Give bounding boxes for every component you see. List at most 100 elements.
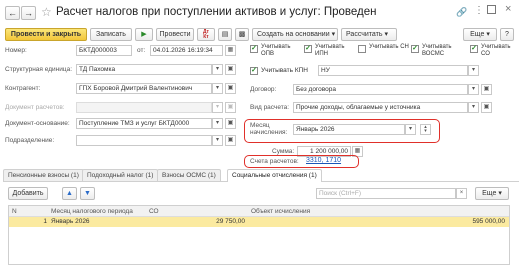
- page-title: Расчет налогов при поступлении активов и…: [56, 6, 377, 18]
- help-button[interactable]: ?: [500, 28, 514, 41]
- post-text-button[interactable]: Провести: [156, 28, 194, 41]
- add-button[interactable]: Добавить: [8, 187, 48, 200]
- open-icon[interactable]: ▣: [481, 102, 492, 113]
- data-table: N Месяц налогового периода СО Объект исч…: [8, 205, 510, 265]
- table-header: N Месяц налогового периода СО Объект исч…: [9, 206, 509, 217]
- more-label: Еще: [470, 31, 485, 38]
- more-button[interactable]: Еще ▾: [463, 28, 497, 41]
- tab-osms[interactable]: Взносы ОСМС (1): [157, 169, 221, 181]
- move-up-button[interactable]: ▲: [62, 187, 77, 200]
- dropdown-icon[interactable]: ▾: [212, 135, 223, 146]
- chevron-down-icon: ▾: [384, 31, 388, 38]
- contract-field[interactable]: Без договора: [293, 84, 468, 95]
- open-icon[interactable]: ▣: [225, 64, 236, 75]
- report-icon[interactable]: ▤: [218, 28, 232, 41]
- open-icon: ▣: [225, 102, 236, 113]
- link-icon[interactable]: 🔗: [456, 7, 467, 18]
- sum-label: Сумма:: [272, 148, 295, 155]
- cell-n: 1: [43, 218, 47, 225]
- number-label: Номер:: [5, 47, 27, 54]
- dropdown-icon[interactable]: ▾: [405, 124, 416, 135]
- menu-dots-icon[interactable]: ⋮: [474, 5, 484, 16]
- cell-object: 595 000,00: [472, 218, 505, 225]
- print-icon[interactable]: ▩: [235, 28, 249, 41]
- dropdown-icon[interactable]: ▾: [468, 84, 479, 95]
- cell-month: Январь 2026: [51, 218, 90, 225]
- cell-so: 29 750,00: [216, 218, 245, 225]
- calc-doc-label: Документ расчетов:: [5, 104, 65, 111]
- open-icon[interactable]: ▣: [225, 118, 236, 129]
- basis-doc-field[interactable]: Поступление ТМЗ и услуг БКТД0000: [76, 118, 212, 129]
- col-header-object: Объект исчисления: [251, 208, 311, 215]
- contract-label: Договор:: [250, 86, 277, 93]
- favorite-star-icon[interactable]: ☆: [41, 5, 52, 19]
- kpn-field[interactable]: НУ: [318, 65, 468, 76]
- create-based-label: Создать на основании: [257, 31, 330, 38]
- struct-unit-field[interactable]: ТД Пахомка: [76, 64, 212, 75]
- accounts-label: Счета расчетов:: [250, 158, 299, 165]
- move-down-button[interactable]: ▼: [80, 187, 95, 200]
- check-sn[interactable]: [358, 45, 366, 53]
- month-field[interactable]: Январь 2026: [293, 124, 405, 135]
- dropdown-icon[interactable]: ▾: [212, 118, 223, 129]
- check-so-label: Учитывать СО: [481, 44, 511, 57]
- division-field[interactable]: [76, 135, 212, 146]
- forward-button[interactable]: →: [21, 6, 36, 20]
- col-header-month: Месяц налогового периода: [51, 208, 133, 215]
- calculate-button[interactable]: Рассчитать ▾: [341, 28, 397, 41]
- check-kpn[interactable]: ✓: [250, 67, 258, 75]
- back-button[interactable]: ←: [5, 6, 20, 20]
- chevron-down-icon: ▾: [498, 190, 502, 197]
- dropdown-icon: ▾: [212, 102, 223, 113]
- check-opv[interactable]: ✓: [250, 45, 258, 53]
- spinner-icon[interactable]: ▴ ▾: [420, 124, 431, 135]
- dropdown-icon[interactable]: ▾: [468, 102, 479, 113]
- chevron-down-icon: ▾: [331, 31, 336, 38]
- kpn-label: Учитывать КПН: [261, 67, 308, 74]
- post-and-close-button[interactable]: Провести и закрыть: [5, 28, 87, 41]
- open-icon[interactable]: ▣: [481, 84, 492, 95]
- open-icon[interactable]: ▣: [225, 135, 236, 146]
- title-bar: ← → ☆ Расчет налогов при поступлении акт…: [0, 0, 522, 27]
- dt-kt-button[interactable]: Дт Кт: [197, 28, 215, 41]
- income-type-label: Вид расчета:: [250, 104, 290, 111]
- counterparty-field[interactable]: ГПХ Боровой Дмитрий Валентинович: [76, 83, 212, 94]
- dropdown-icon[interactable]: ▾: [212, 83, 223, 94]
- create-based-on-button[interactable]: Создать на основании ▾: [252, 28, 338, 41]
- income-type-field[interactable]: Прочие доходы, облагаемые у источника: [293, 102, 468, 113]
- tab-income-tax[interactable]: Подоходный налог (1): [82, 169, 159, 181]
- dropdown-icon[interactable]: ▾: [212, 64, 223, 75]
- date-label: от:: [137, 47, 146, 54]
- maximize-icon[interactable]: [487, 5, 496, 14]
- col-header-n: N: [12, 208, 17, 215]
- date-field[interactable]: 04.01.2026 16:19:34: [150, 45, 223, 56]
- calc-doc-field: [76, 102, 212, 113]
- counterparty-label: Контрагент:: [5, 85, 41, 92]
- table-more-label: Еще: [482, 190, 497, 197]
- table-row[interactable]: 1 Январь 2026 29 750,00 595 000,00: [9, 217, 509, 227]
- search-clear-icon[interactable]: ×: [456, 188, 467, 199]
- tab-pension[interactable]: Пенсионные взносы (1): [3, 169, 84, 181]
- search-input[interactable]: Поиск (Ctrl+F): [316, 188, 456, 199]
- chevron-down-icon: ▾: [486, 31, 490, 38]
- open-icon[interactable]: ▣: [225, 83, 236, 94]
- check-vosms-label: Учитывать ВОСМС: [422, 44, 452, 57]
- basis-doc-label: Документ-основание:: [5, 120, 70, 127]
- division-label: Подразделение:: [5, 137, 55, 144]
- check-vosms[interactable]: ✓: [411, 45, 419, 53]
- tab-social[interactable]: Социальные отчисления (1): [227, 169, 322, 182]
- save-button[interactable]: Записать: [90, 28, 132, 41]
- check-so[interactable]: ✓: [470, 45, 478, 53]
- close-icon[interactable]: ×: [505, 3, 511, 15]
- post-button[interactable]: ▶: [135, 28, 153, 41]
- check-ipn[interactable]: ✓: [304, 45, 312, 53]
- dropdown-icon[interactable]: ▾: [468, 65, 479, 76]
- table-more-button[interactable]: Еще ▾: [475, 187, 509, 200]
- number-field[interactable]: БКТД000003: [76, 45, 132, 56]
- accounts-link[interactable]: 3310, 1710: [306, 157, 341, 164]
- calendar-icon[interactable]: ▦: [225, 45, 236, 56]
- check-ipn-label: Учитывать ИПН: [315, 44, 345, 57]
- col-header-so: СО: [149, 208, 159, 215]
- calculate-label: Рассчитать: [346, 31, 383, 38]
- check-opv-label: Учитывать ОПВ: [261, 44, 291, 57]
